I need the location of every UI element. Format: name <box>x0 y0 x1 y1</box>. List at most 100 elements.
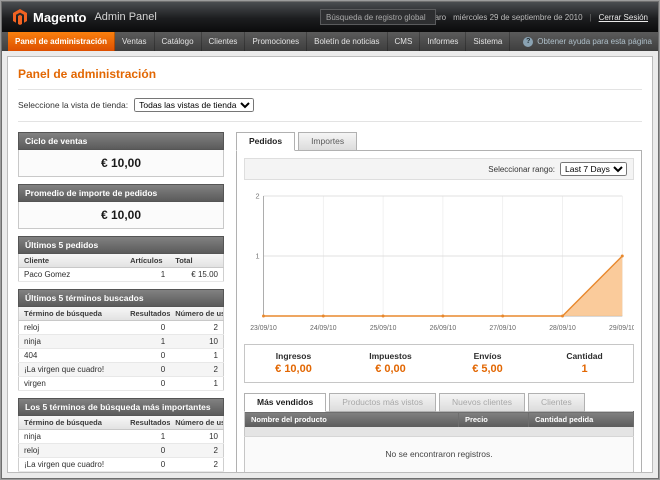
magento-logo: Magento Admin Panel <box>12 9 157 25</box>
table-row: ¡La virgen que cuadro!02 <box>19 458 224 472</box>
column-header: Número de usos <box>170 416 223 430</box>
table-row: Paco Gomez1€ 15.00 <box>19 268 224 282</box>
svg-text:1: 1 <box>256 251 260 260</box>
column-header: Resultados <box>125 416 170 430</box>
tab-nuevos-clientes: Nuevos clientes <box>439 393 525 412</box>
stat-quantity-value: 1 <box>536 363 633 375</box>
nav-item-cms[interactable]: CMS <box>388 32 421 51</box>
orders-chart: 1 2 23/09/10 24/09/10 25/09/10 26/09/10 27/09/… <box>244 186 634 336</box>
stat-quantity-label: Cantidad <box>536 351 633 361</box>
range-label: Seleccionar rango: <box>488 165 555 174</box>
stat-revenue-value: € 10,00 <box>245 363 342 375</box>
table-row: reloj02 <box>19 321 224 335</box>
svg-text:25/09/10: 25/09/10 <box>370 325 397 332</box>
column-header: Resultados <box>125 307 170 321</box>
top-search-terms-header: Los 5 términos de búsqueda más important… <box>18 398 224 416</box>
column-header: Total <box>170 254 223 268</box>
top-header: Magento Admin Panel Accedió como aparo m… <box>2 2 658 32</box>
last-orders-header: Últimos 5 pedidos <box>18 236 224 254</box>
svg-text:27/09/10: 27/09/10 <box>489 325 516 332</box>
totals-bar: Ingresos € 10,00 Impuestos € 0,00 Envíos… <box>244 344 634 383</box>
empty-message: No se encontraron registros. <box>245 436 634 472</box>
table-row: 40401 <box>19 472 224 474</box>
column-header: Cantidad pedida <box>528 412 633 428</box>
current-date: miércoles 29 de septiembre de 2010 <box>453 13 582 22</box>
column-header: Precio <box>458 412 528 428</box>
page-help-link[interactable]: ? Obtener ayuda para esta página <box>523 32 652 51</box>
store-view-row: Seleccione la vista de tienda: Todas las… <box>18 89 642 122</box>
orders-panel: Seleccionar rango: Last 7 Days 1 2 23/09/1… <box>236 150 642 473</box>
lifetime-sales-header: Ciclo de ventas <box>18 132 224 150</box>
stat-shipping-label: Envíos <box>439 351 536 361</box>
stat-quantity: Cantidad 1 <box>536 351 633 375</box>
products-table-header: Nombre del productoPrecioCantidad pedida <box>245 412 634 428</box>
tab-pedidos[interactable]: Pedidos <box>236 132 295 151</box>
column-header: Nombre del producto <box>245 412 459 428</box>
range-select[interactable]: Last 7 Days <box>560 162 627 176</box>
content-area: Panel de administración Seleccione la vi… <box>7 56 653 473</box>
top-search-terms-table: Término de búsquedaResultadosNúmero de u… <box>18 416 224 473</box>
svg-text:23/09/10: 23/09/10 <box>250 325 277 332</box>
svg-text:28/09/10: 28/09/10 <box>549 325 576 332</box>
logout-link[interactable]: Cerrar Sesión <box>599 13 648 22</box>
nav-item-promociones[interactable]: Promociones <box>245 32 307 51</box>
column-header: Artículos <box>125 254 170 268</box>
magento-admin-window: Magento Admin Panel Accedió como aparo m… <box>1 1 659 479</box>
last-search-terms-table: Término de búsquedaResultadosNúmero de u… <box>18 307 224 391</box>
tab-productos-m-s-vistos: Productos más vistos <box>329 393 436 412</box>
brand-name: Magento <box>33 10 86 25</box>
empty-message-row: No se encontraron registros. <box>245 436 634 472</box>
nav-item-bolet-n-de-noticias[interactable]: Boletín de noticias <box>307 32 387 51</box>
dashboard-right-column: PedidosImportes Seleccionar rango: Last … <box>236 132 642 473</box>
tab-m-s-vendidos[interactable]: Más vendidos <box>244 393 326 412</box>
store-view-select[interactable]: Todas las vistas de tienda <box>134 98 254 112</box>
nav-item-panel-de-administraci-n[interactable]: Panel de administración <box>8 32 115 51</box>
column-header: Número de usos <box>170 307 223 321</box>
average-orders-value: € 10,00 <box>18 202 224 229</box>
stat-revenue: Ingresos € 10,00 <box>245 351 342 375</box>
table-spacer-row <box>245 427 634 436</box>
stat-tax: Impuestos € 0,00 <box>342 351 439 375</box>
nav-item-clientes[interactable]: Clientes <box>202 32 246 51</box>
svg-text:26/09/10: 26/09/10 <box>430 325 457 332</box>
store-view-label: Seleccione la vista de tienda: <box>18 100 128 110</box>
products-table: Nombre del productoPrecioCantidad pedida… <box>244 411 634 473</box>
dashboard-tabs: PedidosImportes <box>236 132 642 151</box>
last-search-terms-header: Últimos 5 términos buscados <box>18 289 224 307</box>
stat-shipping-value: € 5,00 <box>439 363 536 375</box>
dashboard-left-column: Ciclo de ventas € 10,00 Promedio de impo… <box>18 132 224 473</box>
column-header: Cliente <box>19 254 126 268</box>
table-row: ninja110 <box>19 430 224 444</box>
help-icon: ? <box>523 37 533 47</box>
range-selector-row: Seleccionar rango: Last 7 Days <box>244 158 634 180</box>
bottom-tabs: Más vendidosProductos más vistosNuevos c… <box>244 393 634 412</box>
nav-item-ventas[interactable]: Ventas <box>115 32 154 51</box>
table-row: reloj02 <box>19 444 224 458</box>
nav-item-cat-logo[interactable]: Catálogo <box>155 32 202 51</box>
tab-importes[interactable]: Importes <box>298 132 357 151</box>
nav-item-informes[interactable]: Informes <box>420 32 466 51</box>
average-orders-header: Promedio de importe de pedidos <box>18 184 224 202</box>
stat-tax-label: Impuestos <box>342 351 439 361</box>
last-orders-table: ClienteArtículosTotalPaco Gomez1€ 15.00 <box>18 254 224 282</box>
stat-tax-value: € 0,00 <box>342 363 439 375</box>
help-label: Obtener ayuda para esta página <box>537 37 652 46</box>
magento-logo-icon <box>12 9 28 25</box>
main-nav-items: Panel de administraciónVentasCatálogoCli… <box>8 32 510 51</box>
table-row: ninja110 <box>19 335 224 349</box>
stat-shipping: Envíos € 5,00 <box>439 351 536 375</box>
svg-text:2: 2 <box>256 191 260 200</box>
brand-suffix: Admin Panel <box>94 11 156 23</box>
table-row: ¡La virgen que cuadro!02 <box>19 363 224 377</box>
column-header: Término de búsqueda <box>19 307 126 321</box>
lifetime-sales-value: € 10,00 <box>18 150 224 177</box>
table-row: virgen01 <box>19 377 224 391</box>
global-search-input[interactable] <box>320 9 436 25</box>
column-header: Término de búsqueda <box>19 416 126 430</box>
nav-item-sistema[interactable]: Sistema <box>466 32 510 51</box>
main-nav: Panel de administraciónVentasCatálogoCli… <box>2 32 658 51</box>
svg-text:24/09/10: 24/09/10 <box>310 325 337 332</box>
table-row: 40401 <box>19 349 224 363</box>
svg-text:29/09/10: 29/09/10 <box>609 325 634 332</box>
page-title: Panel de administración <box>18 67 642 81</box>
